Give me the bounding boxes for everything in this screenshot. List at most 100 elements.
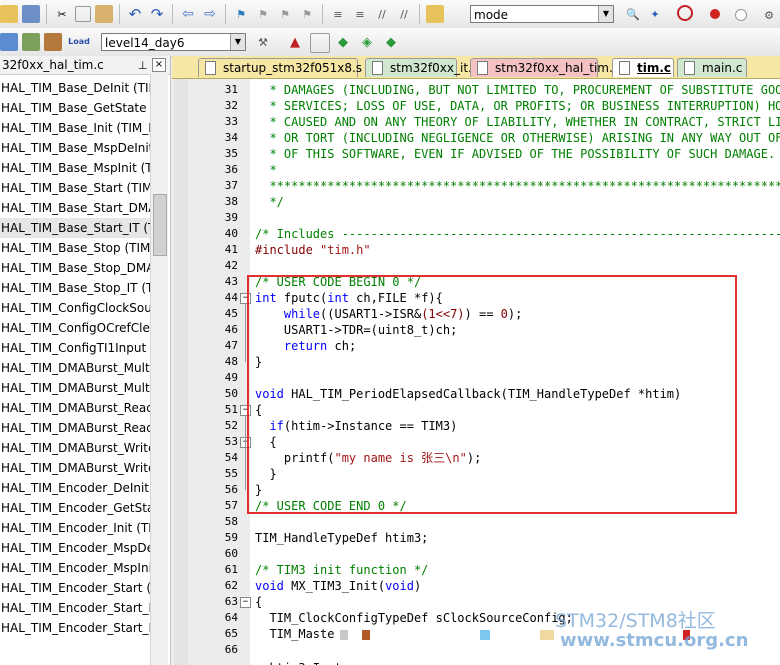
code-editor[interactable]: 31 32 33 34 35 36 37 38 39 40 41 42 43 44 45 46 47 48 49 50… xyxy=(172,79,780,665)
settings-icon[interactable]: ⚙ xyxy=(760,6,778,24)
function-list-item[interactable]: HAL_TIM_ConfigClockSou xyxy=(0,298,150,318)
function-list-item[interactable]: HAL_TIM_Base_MspInit (T xyxy=(0,158,150,178)
tab-file[interactable]: startup_stm32f051x8.s xyxy=(198,58,362,77)
code-line[interactable]: * DAMAGES (INCLUDING, BUT NOT LIMITED TO… xyxy=(255,82,780,98)
code-line[interactable]: * CAUSED AND ON ANY THEORY OF LIABILITY,… xyxy=(255,114,780,130)
code-line[interactable]: TIM_HandleTypeDef htim3; xyxy=(255,530,428,546)
code-token: ****************************************… xyxy=(255,179,780,193)
file-extensions-icon[interactable] xyxy=(310,33,330,53)
uncomment-icon[interactable]: // xyxy=(395,5,413,23)
function-list-item[interactable]: HAL_TIM_DMABurst_Read xyxy=(0,418,150,438)
function-list-item[interactable]: HAL_TIM_Base_Start_DMA xyxy=(0,198,150,218)
code-line[interactable]: /* Includes ----------------------------… xyxy=(255,226,780,242)
bookmark-icon[interactable]: ⚑ xyxy=(232,5,250,23)
function-list-item[interactable]: HAL_TIM_Encoder_Start_IT xyxy=(0,618,150,638)
function-list-item[interactable]: HAL_TIM_Encoder_MspDe xyxy=(0,538,150,558)
tab-file[interactable]: stm32f0xx_hal_tim.c xyxy=(470,58,619,77)
function-list-item[interactable]: HAL_TIM_Encoder_MspIni xyxy=(0,558,150,578)
function-list-item[interactable]: HAL_TIM_ConfigTI1Input ( xyxy=(0,338,150,358)
code-line[interactable]: { xyxy=(255,594,262,610)
tab-file[interactable]: stm32f0xx_it.c xyxy=(365,58,478,77)
tab-file[interactable]: main.c xyxy=(677,58,747,77)
code-line[interactable]: #include "tim.h" xyxy=(255,242,371,258)
forward-icon[interactable]: ⇨ xyxy=(201,5,219,23)
close-icon[interactable]: × xyxy=(152,58,166,72)
function-list-item[interactable]: HAL_TIM_DMABurst_Multi xyxy=(0,358,150,378)
pack-installer-icon[interactable]: ◆ xyxy=(334,33,352,51)
function-list-item[interactable]: HAL_TIM_Encoder_Start_D xyxy=(0,598,150,618)
line-number: 59 xyxy=(224,531,238,544)
load-button[interactable]: Load xyxy=(66,33,92,51)
paste-icon[interactable] xyxy=(95,5,113,23)
incremental-find-icon[interactable]: ✦ xyxy=(646,5,664,23)
code-line[interactable]: /* TIM3 init function */ xyxy=(255,562,428,578)
function-list-item[interactable]: HAL_TIM_DMABurst_Write xyxy=(0,438,150,458)
bookmark-clear-icon[interactable]: ⚑ xyxy=(298,5,316,23)
outdent-icon[interactable]: ≡ xyxy=(351,5,369,23)
function-list-item[interactable]: HAL_TIM_Base_MspDeInit xyxy=(0,138,150,158)
target-options-icon[interactable]: ⚒ xyxy=(254,33,272,51)
save-icon[interactable] xyxy=(22,5,40,23)
code-line[interactable]: * xyxy=(255,162,276,178)
manage-components-icon[interactable]: ▲ xyxy=(286,33,304,51)
circle-icon[interactable] xyxy=(735,9,747,21)
pin-icon[interactable]: ⊥ xyxy=(138,57,148,75)
function-list-item[interactable]: HAL_TIM_Base_Stop (TIM xyxy=(0,238,150,258)
build-icon[interactable] xyxy=(22,33,40,51)
code-line[interactable]: TIM_ClockConfigTypeDef sClockSourceConfi… xyxy=(255,610,572,626)
function-list-item[interactable]: HAL_TIM_DMABurst_Read xyxy=(0,398,150,418)
code-token: /* TIM3 init function */ xyxy=(255,563,429,577)
chevron-down-icon[interactable]: ▼ xyxy=(598,6,613,22)
cut-icon[interactable]: ✂ xyxy=(53,5,71,23)
function-list-item[interactable]: HAL_TIM_Base_Stop_IT (T xyxy=(0,278,150,298)
redo-icon[interactable]: ↷ xyxy=(148,5,166,23)
bookmark-next-icon[interactable]: ⚑ xyxy=(276,5,294,23)
chevron-down-icon[interactable]: ▼ xyxy=(230,34,245,50)
function-list-item[interactable]: HAL_TIM_Base_GetState (T xyxy=(0,98,150,118)
code-line[interactable]: */ xyxy=(255,194,283,210)
code-line[interactable]: * OR TORT (INCLUDING NEGLIGENCE OR OTHER… xyxy=(255,130,780,146)
code-line[interactable]: ****************************************… xyxy=(255,178,780,194)
target-combo[interactable]: level14_day6 ▼ xyxy=(101,33,246,51)
function-list-item[interactable]: HAL_TIM_DMABurst_Multi xyxy=(0,378,150,398)
copy-icon[interactable] xyxy=(75,6,91,22)
bookmark-prev-icon[interactable]: ⚑ xyxy=(254,5,272,23)
rebuild-icon[interactable] xyxy=(0,33,18,51)
line-number-gutter: 31 32 33 34 35 36 37 38 39 40 41 42 43 44 45 46 47 48 49 50… xyxy=(172,79,251,665)
undo-icon[interactable]: ↶ xyxy=(126,5,144,23)
code-line[interactable]: * SERVICES; LOSS OF USE, DATA, OR PROFIT… xyxy=(255,98,780,114)
function-list-item[interactable]: HAL_TIM_ConfigOCrefClea xyxy=(0,318,150,338)
function-list-item[interactable]: HAL_TIM_Encoder_GetSta xyxy=(0,498,150,518)
code-line-partial[interactable]: htim3.Inst xyxy=(255,660,341,665)
function-list-item[interactable]: HAL_TIM_Encoder_Init (TII xyxy=(0,518,150,538)
function-list-item[interactable]: HAL_TIM_Base_Stop_DMA xyxy=(0,258,150,278)
function-list-item[interactable]: HAL_TIM_Base_Init (TIM_H xyxy=(0,118,150,138)
code-line[interactable]: TIM_Maste xyxy=(255,626,334,642)
code-line[interactable]: void MX_TIM3_Init(void) xyxy=(255,578,421,594)
function-list-item[interactable]: HAL_TIM_Base_Start (TIM xyxy=(0,178,150,198)
scrollbar-thumb[interactable] xyxy=(153,194,167,256)
find-icon[interactable]: 🔍 xyxy=(624,5,642,23)
fold-toggle-icon[interactable]: − xyxy=(240,597,251,608)
function-list-item[interactable]: HAL_TIM_Encoder_Start (T xyxy=(0,578,150,598)
function-list-item[interactable]: HAL_TIM_Encoder_DeInit xyxy=(0,478,150,498)
open-folder-icon[interactable] xyxy=(0,5,18,23)
batch-build-icon[interactable] xyxy=(44,33,62,51)
find-in-files-icon[interactable] xyxy=(426,5,444,23)
debug-icon[interactable] xyxy=(677,5,693,21)
find-combo[interactable]: mode ▼ xyxy=(470,5,614,23)
function-list-item[interactable]: HAL_TIM_Base_Start_IT (T xyxy=(0,218,150,238)
tab-file[interactable]: tim.c xyxy=(612,58,674,77)
breakpoint-strip[interactable] xyxy=(174,79,188,665)
comment-icon[interactable]: // xyxy=(373,5,391,23)
function-list-scrollbar[interactable] xyxy=(150,74,168,665)
function-list-item[interactable]: HAL_TIM_Base_DeInit (TIM xyxy=(0,78,150,98)
record-icon[interactable] xyxy=(710,9,720,19)
indent-icon[interactable]: ≡ xyxy=(329,5,347,23)
rte-icon[interactable]: ◈ xyxy=(358,33,376,51)
back-icon[interactable]: ⇦ xyxy=(179,5,197,23)
function-list-item[interactable]: HAL_TIM_DMABurst_Write xyxy=(0,458,150,478)
select-pack-icon[interactable]: ◆ xyxy=(382,33,400,51)
code-token: /* Includes ----------------------------… xyxy=(255,227,780,241)
code-line[interactable]: * OF THIS SOFTWARE, EVEN IF ADVISED OF T… xyxy=(255,146,775,162)
